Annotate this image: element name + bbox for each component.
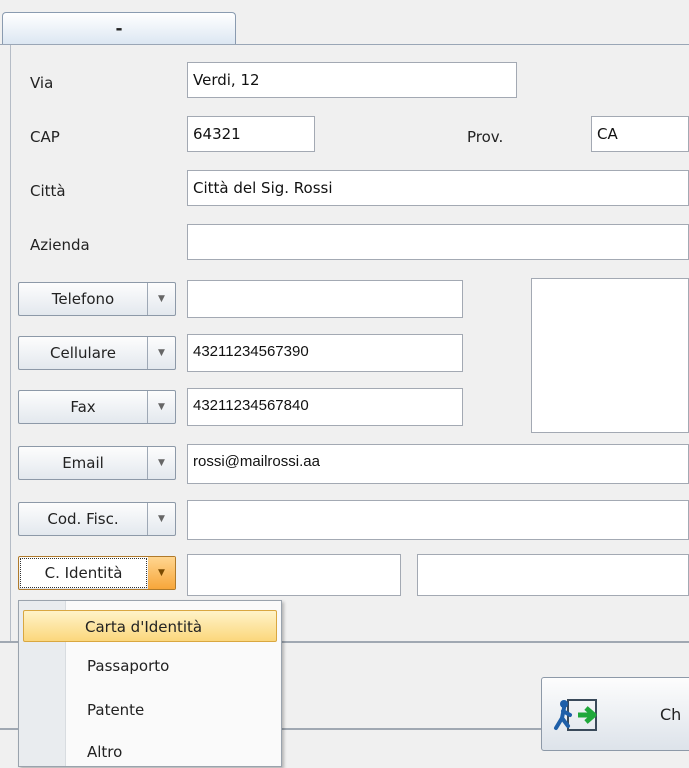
cellulare-type-label: Cellulare (19, 337, 148, 369)
prov-field[interactable]: CA (591, 116, 689, 152)
fax-type-label: Fax (19, 391, 148, 423)
cod-fisc-type-label: Cod. Fisc. (19, 503, 148, 535)
chevron-down-icon[interactable]: ▼ (148, 337, 175, 369)
menu-item-carta-identita[interactable]: Carta d'Identità (23, 610, 277, 642)
exit-button-label: Ch (660, 705, 682, 724)
cod-fisc-type-dropdown[interactable]: Cod. Fisc. ▼ (18, 502, 176, 536)
via-label: Via (30, 74, 54, 92)
azienda-field[interactable] (187, 224, 689, 260)
chevron-down-icon[interactable]: ▼ (148, 447, 175, 479)
c-identita-extra-field[interactable] (417, 554, 689, 596)
citta-field[interactable]: Città del Sig. Rossi (187, 170, 689, 206)
chevron-down-icon[interactable]: ▼ (148, 503, 175, 535)
c-identita-number-field[interactable] (187, 554, 401, 596)
telefono-type-label: Telefono (19, 283, 148, 315)
exit-door-icon (554, 699, 597, 731)
cap-field[interactable]: 64321 (187, 116, 315, 152)
menu-item-altro[interactable]: Altro (23, 736, 277, 768)
fax-field[interactable]: 43211234567840 (187, 388, 463, 426)
email-field[interactable]: rossi@mailrossi.aa (187, 444, 689, 484)
c-identita-type-dropdown[interactable]: C. Identità ▼ (18, 556, 176, 590)
tab-header[interactable]: - (2, 12, 236, 45)
chevron-down-icon[interactable]: ▼ (148, 557, 175, 589)
via-field[interactable]: Verdi, 12 (187, 62, 517, 98)
cellulare-type-dropdown[interactable]: Cellulare ▼ (18, 336, 176, 370)
azienda-label: Azienda (30, 236, 90, 254)
email-type-label: Email (19, 447, 148, 479)
id-type-menu: Carta d'Identità Passaporto Patente Altr… (18, 600, 282, 767)
menu-item-passaporto[interactable]: Passaporto (23, 650, 277, 682)
exit-button[interactable]: Ch (541, 677, 689, 751)
prov-label: Prov. (467, 128, 504, 146)
chevron-down-icon[interactable]: ▼ (148, 283, 175, 315)
cap-label: CAP (30, 128, 60, 146)
notes-textarea[interactable] (531, 278, 689, 433)
telefono-type-dropdown[interactable]: Telefono ▼ (18, 282, 176, 316)
cellulare-field[interactable]: 43211234567390 (187, 334, 463, 372)
telefono-field[interactable] (187, 280, 463, 318)
menu-item-patente[interactable]: Patente (23, 694, 277, 726)
fax-type-dropdown[interactable]: Fax ▼ (18, 390, 176, 424)
chevron-down-icon[interactable]: ▼ (148, 391, 175, 423)
cod-fisc-field[interactable] (187, 500, 689, 540)
citta-label: Città (30, 182, 66, 200)
c-identita-type-label: C. Identità (20, 558, 147, 588)
email-type-dropdown[interactable]: Email ▼ (18, 446, 176, 480)
